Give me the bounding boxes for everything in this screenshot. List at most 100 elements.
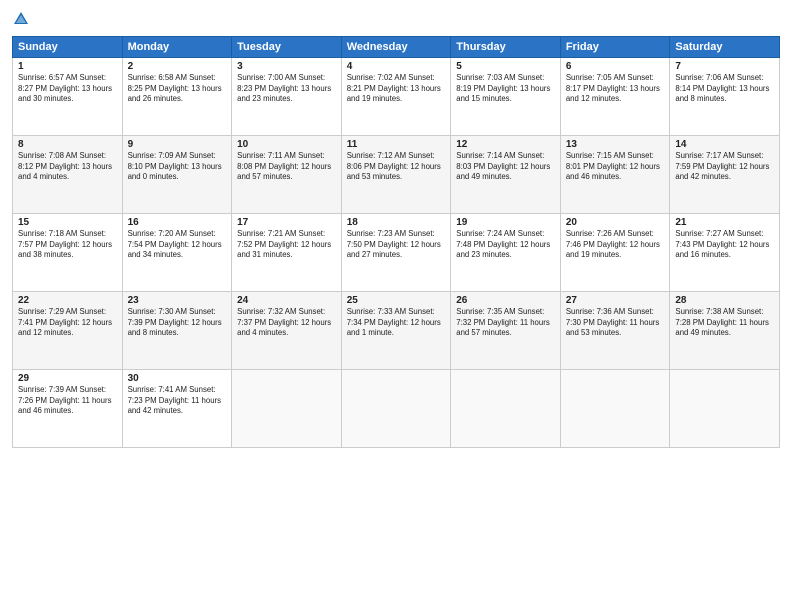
day-number: 18 xyxy=(347,217,446,228)
day-header-tuesday: Tuesday xyxy=(232,37,342,58)
calendar-cell: 8Sunrise: 7:08 AM Sunset: 8:12 PM Daylig… xyxy=(13,136,123,214)
calendar-cell: 21Sunrise: 7:27 AM Sunset: 7:43 PM Dayli… xyxy=(670,214,780,292)
day-number: 15 xyxy=(18,217,117,228)
day-header-friday: Friday xyxy=(560,37,670,58)
day-number: 5 xyxy=(456,61,555,72)
calendar-cell: 15Sunrise: 7:18 AM Sunset: 7:57 PM Dayli… xyxy=(13,214,123,292)
calendar-cell: 4Sunrise: 7:02 AM Sunset: 8:21 PM Daylig… xyxy=(341,58,451,136)
day-info: Sunrise: 7:32 AM Sunset: 7:37 PM Dayligh… xyxy=(237,307,336,339)
day-number: 29 xyxy=(18,373,117,384)
day-number: 17 xyxy=(237,217,336,228)
day-number: 6 xyxy=(566,61,665,72)
day-info: Sunrise: 7:18 AM Sunset: 7:57 PM Dayligh… xyxy=(18,229,117,261)
calendar-week-row: 22Sunrise: 7:29 AM Sunset: 7:41 PM Dayli… xyxy=(13,292,780,370)
day-info: Sunrise: 7:02 AM Sunset: 8:21 PM Dayligh… xyxy=(347,73,446,105)
day-number: 1 xyxy=(18,61,117,72)
day-info: Sunrise: 7:05 AM Sunset: 8:17 PM Dayligh… xyxy=(566,73,665,105)
calendar-cell: 23Sunrise: 7:30 AM Sunset: 7:39 PM Dayli… xyxy=(122,292,232,370)
day-info: Sunrise: 7:33 AM Sunset: 7:34 PM Dayligh… xyxy=(347,307,446,339)
day-info: Sunrise: 7:17 AM Sunset: 7:59 PM Dayligh… xyxy=(675,151,774,183)
day-info: Sunrise: 7:09 AM Sunset: 8:10 PM Dayligh… xyxy=(128,151,227,183)
calendar-cell: 1Sunrise: 6:57 AM Sunset: 8:27 PM Daylig… xyxy=(13,58,123,136)
day-info: Sunrise: 7:26 AM Sunset: 7:46 PM Dayligh… xyxy=(566,229,665,261)
calendar-cell xyxy=(232,370,342,448)
day-info: Sunrise: 7:35 AM Sunset: 7:32 PM Dayligh… xyxy=(456,307,555,339)
day-info: Sunrise: 6:57 AM Sunset: 8:27 PM Dayligh… xyxy=(18,73,117,105)
calendar-cell xyxy=(560,370,670,448)
day-number: 26 xyxy=(456,295,555,306)
day-number: 2 xyxy=(128,61,227,72)
day-number: 16 xyxy=(128,217,227,228)
day-number: 20 xyxy=(566,217,665,228)
day-info: Sunrise: 7:36 AM Sunset: 7:30 PM Dayligh… xyxy=(566,307,665,339)
calendar-cell xyxy=(670,370,780,448)
day-number: 14 xyxy=(675,139,774,150)
calendar-cell: 16Sunrise: 7:20 AM Sunset: 7:54 PM Dayli… xyxy=(122,214,232,292)
day-header-monday: Monday xyxy=(122,37,232,58)
calendar-cell: 13Sunrise: 7:15 AM Sunset: 8:01 PM Dayli… xyxy=(560,136,670,214)
day-number: 4 xyxy=(347,61,446,72)
day-info: Sunrise: 6:58 AM Sunset: 8:25 PM Dayligh… xyxy=(128,73,227,105)
day-info: Sunrise: 7:29 AM Sunset: 7:41 PM Dayligh… xyxy=(18,307,117,339)
day-info: Sunrise: 7:14 AM Sunset: 8:03 PM Dayligh… xyxy=(456,151,555,183)
day-number: 25 xyxy=(347,295,446,306)
day-info: Sunrise: 7:27 AM Sunset: 7:43 PM Dayligh… xyxy=(675,229,774,261)
calendar-cell: 5Sunrise: 7:03 AM Sunset: 8:19 PM Daylig… xyxy=(451,58,561,136)
calendar-cell: 22Sunrise: 7:29 AM Sunset: 7:41 PM Dayli… xyxy=(13,292,123,370)
day-number: 12 xyxy=(456,139,555,150)
logo xyxy=(12,10,33,28)
calendar-week-row: 29Sunrise: 7:39 AM Sunset: 7:26 PM Dayli… xyxy=(13,370,780,448)
day-number: 9 xyxy=(128,139,227,150)
days-header-row: SundayMondayTuesdayWednesdayThursdayFrid… xyxy=(13,37,780,58)
day-info: Sunrise: 7:15 AM Sunset: 8:01 PM Dayligh… xyxy=(566,151,665,183)
day-info: Sunrise: 7:38 AM Sunset: 7:28 PM Dayligh… xyxy=(675,307,774,339)
day-number: 10 xyxy=(237,139,336,150)
day-number: 30 xyxy=(128,373,227,384)
day-header-saturday: Saturday xyxy=(670,37,780,58)
day-info: Sunrise: 7:30 AM Sunset: 7:39 PM Dayligh… xyxy=(128,307,227,339)
calendar-cell: 29Sunrise: 7:39 AM Sunset: 7:26 PM Dayli… xyxy=(13,370,123,448)
calendar-week-row: 8Sunrise: 7:08 AM Sunset: 8:12 PM Daylig… xyxy=(13,136,780,214)
day-number: 27 xyxy=(566,295,665,306)
day-number: 23 xyxy=(128,295,227,306)
day-info: Sunrise: 7:00 AM Sunset: 8:23 PM Dayligh… xyxy=(237,73,336,105)
calendar-cell: 9Sunrise: 7:09 AM Sunset: 8:10 PM Daylig… xyxy=(122,136,232,214)
calendar-table: SundayMondayTuesdayWednesdayThursdayFrid… xyxy=(12,36,780,448)
day-number: 8 xyxy=(18,139,117,150)
calendar-cell: 25Sunrise: 7:33 AM Sunset: 7:34 PM Dayli… xyxy=(341,292,451,370)
logo-icon xyxy=(12,10,30,28)
day-number: 3 xyxy=(237,61,336,72)
calendar-cell: 3Sunrise: 7:00 AM Sunset: 8:23 PM Daylig… xyxy=(232,58,342,136)
calendar-cell: 7Sunrise: 7:06 AM Sunset: 8:14 PM Daylig… xyxy=(670,58,780,136)
day-info: Sunrise: 7:20 AM Sunset: 7:54 PM Dayligh… xyxy=(128,229,227,261)
calendar-cell: 28Sunrise: 7:38 AM Sunset: 7:28 PM Dayli… xyxy=(670,292,780,370)
calendar-cell: 19Sunrise: 7:24 AM Sunset: 7:48 PM Dayli… xyxy=(451,214,561,292)
day-number: 28 xyxy=(675,295,774,306)
day-header-sunday: Sunday xyxy=(13,37,123,58)
calendar-week-row: 15Sunrise: 7:18 AM Sunset: 7:57 PM Dayli… xyxy=(13,214,780,292)
calendar-cell: 10Sunrise: 7:11 AM Sunset: 8:08 PM Dayli… xyxy=(232,136,342,214)
header xyxy=(12,10,780,28)
day-info: Sunrise: 7:39 AM Sunset: 7:26 PM Dayligh… xyxy=(18,385,117,417)
day-header-wednesday: Wednesday xyxy=(341,37,451,58)
day-info: Sunrise: 7:06 AM Sunset: 8:14 PM Dayligh… xyxy=(675,73,774,105)
calendar-cell: 18Sunrise: 7:23 AM Sunset: 7:50 PM Dayli… xyxy=(341,214,451,292)
day-number: 22 xyxy=(18,295,117,306)
calendar-container: SundayMondayTuesdayWednesdayThursdayFrid… xyxy=(0,0,792,612)
day-number: 19 xyxy=(456,217,555,228)
day-number: 7 xyxy=(675,61,774,72)
day-info: Sunrise: 7:08 AM Sunset: 8:12 PM Dayligh… xyxy=(18,151,117,183)
calendar-cell: 20Sunrise: 7:26 AM Sunset: 7:46 PM Dayli… xyxy=(560,214,670,292)
day-info: Sunrise: 7:12 AM Sunset: 8:06 PM Dayligh… xyxy=(347,151,446,183)
calendar-cell: 26Sunrise: 7:35 AM Sunset: 7:32 PM Dayli… xyxy=(451,292,561,370)
calendar-cell: 30Sunrise: 7:41 AM Sunset: 7:23 PM Dayli… xyxy=(122,370,232,448)
calendar-cell: 17Sunrise: 7:21 AM Sunset: 7:52 PM Dayli… xyxy=(232,214,342,292)
day-header-thursday: Thursday xyxy=(451,37,561,58)
calendar-cell: 2Sunrise: 6:58 AM Sunset: 8:25 PM Daylig… xyxy=(122,58,232,136)
day-number: 21 xyxy=(675,217,774,228)
calendar-cell: 11Sunrise: 7:12 AM Sunset: 8:06 PM Dayli… xyxy=(341,136,451,214)
day-info: Sunrise: 7:11 AM Sunset: 8:08 PM Dayligh… xyxy=(237,151,336,183)
calendar-cell xyxy=(341,370,451,448)
day-info: Sunrise: 7:23 AM Sunset: 7:50 PM Dayligh… xyxy=(347,229,446,261)
day-info: Sunrise: 7:41 AM Sunset: 7:23 PM Dayligh… xyxy=(128,385,227,417)
